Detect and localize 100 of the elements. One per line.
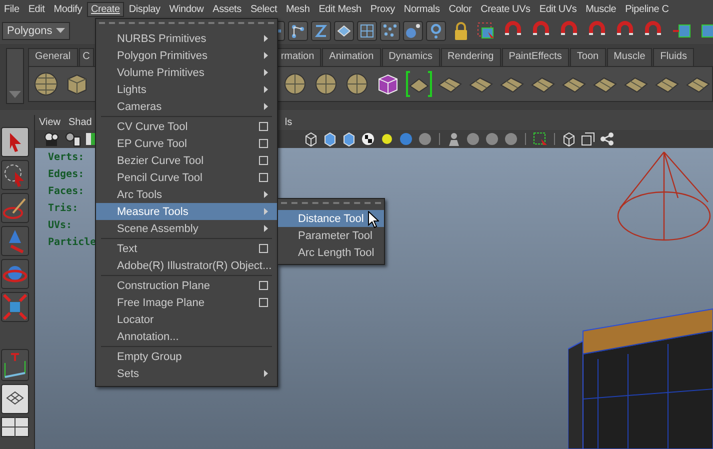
menu-item[interactable]: Construction Plane (96, 277, 277, 294)
menu-item[interactable]: Arc Length Tool (278, 244, 384, 261)
menu-item[interactable]: Annotation... (96, 328, 277, 345)
option-box-icon[interactable] (259, 139, 268, 148)
option-box-icon[interactable] (259, 122, 268, 131)
construction-plane-icon[interactable] (1, 349, 29, 381)
menu-bar-item[interactable]: Mesh (282, 2, 314, 16)
plane-icon[interactable] (405, 70, 433, 98)
submenu-arrow-icon (264, 225, 268, 232)
menu-item[interactable]: Text (96, 240, 277, 257)
option-box-icon[interactable] (259, 244, 268, 253)
menu-bar-item[interactable]: Color (444, 2, 476, 16)
shelf-tab[interactable]: PaintEffects (502, 48, 569, 66)
menu-bar-item[interactable]: File (0, 2, 24, 16)
selection-icon[interactable] (476, 21, 496, 41)
sphere-icon[interactable] (32, 70, 60, 98)
menu-item[interactable]: Lights (96, 81, 277, 98)
menu-item[interactable]: Distance Tool (278, 210, 384, 227)
hud-label: Edges: (48, 168, 84, 182)
wireframe-cube-icon[interactable] (561, 131, 577, 147)
submenu-arrow-icon (264, 69, 268, 76)
menu-item[interactable]: Empty Group (96, 348, 277, 365)
menu-item[interactable]: Adobe(R) Illustrator(R) Object... (96, 257, 277, 274)
menu-bar-item[interactable]: Edit (24, 2, 49, 16)
menu-set-dropdown[interactable]: Polygons (2, 22, 70, 40)
menu-bar-item[interactable]: Create UVs (476, 2, 534, 16)
menu-item[interactable]: Scene Assembly (96, 220, 277, 237)
shelf-tab[interactable]: Animation (322, 48, 381, 66)
menu-bar-item[interactable]: Select (246, 2, 282, 16)
four-view-layout-icon[interactable] (1, 417, 29, 437)
submenu-arrow-icon (264, 208, 268, 215)
face-icon[interactable] (357, 21, 378, 41)
figure-icon[interactable] (446, 131, 462, 147)
menu-bar-item[interactable]: Normals (400, 2, 444, 16)
panel-menu-item[interactable]: View (35, 117, 64, 128)
menu-item[interactable]: Cameras (96, 98, 277, 115)
menu-item[interactable]: EP Curve Tool (96, 135, 277, 152)
menu-bar-item[interactable]: Muscle (582, 2, 620, 16)
menu-item[interactable]: Bezier Curve Tool (96, 152, 277, 169)
shelf-tab[interactable]: C (78, 48, 94, 66)
hud-label: UVs: (48, 219, 72, 233)
move-tool-icon[interactable] (1, 226, 29, 256)
shelf-tab[interactable]: General (28, 48, 78, 66)
grid-icon[interactable] (334, 21, 354, 41)
menu-item[interactable]: CV Curve Tool (96, 118, 277, 135)
menu-item[interactable]: Measure Tools (96, 203, 277, 220)
menu-bar-item[interactable]: Edit UVs (535, 2, 581, 16)
grid-layout-icon[interactable] (1, 384, 29, 414)
shelf-tab[interactable]: Dynamics (382, 48, 440, 66)
menu-item[interactable]: Free Image Plane (96, 294, 277, 311)
light-icon[interactable] (379, 131, 395, 147)
panel-menu-item[interactable]: Shad (64, 117, 96, 128)
checker-icon[interactable] (360, 131, 376, 147)
camera-icon[interactable] (43, 131, 61, 147)
option-box-icon[interactable] (259, 173, 268, 182)
menu-item[interactable]: Locator (96, 311, 277, 328)
menu-item[interactable]: Sets (96, 365, 277, 382)
panel-menu-item[interactable]: ls (280, 117, 296, 128)
option-box-icon[interactable] (259, 298, 268, 307)
submenu-arrow-icon (264, 103, 268, 110)
hud-label: Particle (48, 236, 96, 250)
squares-icon[interactable] (580, 131, 596, 147)
menu-bar-item[interactable]: Display (124, 2, 164, 16)
lasso-tool-icon[interactable] (1, 160, 29, 190)
lock-icon[interactable] (454, 22, 468, 40)
shelf-tab[interactable]: Fluids (653, 48, 694, 66)
option-box-icon[interactable] (259, 281, 268, 290)
shelf-tab[interactable]: Rendering (440, 48, 501, 66)
option-box-icon[interactable] (259, 156, 268, 165)
menu-bar-item[interactable]: Pipeline C (621, 2, 673, 16)
selection-icon[interactable] (532, 131, 548, 147)
curve-icon[interactable] (311, 21, 332, 41)
dots-icon[interactable] (380, 21, 400, 41)
menu-bar-item[interactable]: Assets (208, 2, 246, 16)
menu-bar-item[interactable]: Modify (50, 2, 86, 16)
menu-item[interactable]: Volume Primitives (96, 64, 277, 81)
menu-item[interactable]: Parameter Tool (278, 227, 384, 244)
paint-tool-icon[interactable] (1, 193, 29, 223)
vertex-icon[interactable] (288, 21, 308, 41)
shelf-menu-tab[interactable] (6, 48, 24, 104)
down-arrow-icon (9, 91, 21, 99)
camera-icon[interactable] (64, 131, 82, 147)
caret-icon (56, 28, 66, 34)
menu-bar-item[interactable]: Proxy (366, 2, 399, 16)
scale-tool-icon[interactable] (1, 292, 29, 322)
share-icon[interactable] (599, 131, 615, 147)
shelf-tab[interactable]: Muscle (606, 48, 652, 66)
menu-bar-item[interactable]: Window (165, 2, 208, 16)
menu-item[interactable]: Polygon Primitives (96, 47, 277, 64)
shelf-tab[interactable]: rmation (276, 48, 322, 66)
select-tool-icon[interactable] (1, 127, 29, 157)
hud-label: Faces: (48, 185, 84, 199)
menu-bar-item[interactable]: Edit Mesh (314, 2, 366, 16)
menu-item[interactable]: NURBS Primitives (96, 30, 277, 47)
menu-item[interactable]: Arc Tools (96, 186, 277, 203)
wireframe-cube-icon[interactable] (303, 131, 319, 147)
shelf-tab[interactable]: Toon (570, 48, 606, 66)
menu-bar-item[interactable]: Create (87, 2, 124, 16)
rotate-tool-icon[interactable] (1, 259, 29, 289)
menu-item[interactable]: Pencil Curve Tool (96, 169, 277, 186)
